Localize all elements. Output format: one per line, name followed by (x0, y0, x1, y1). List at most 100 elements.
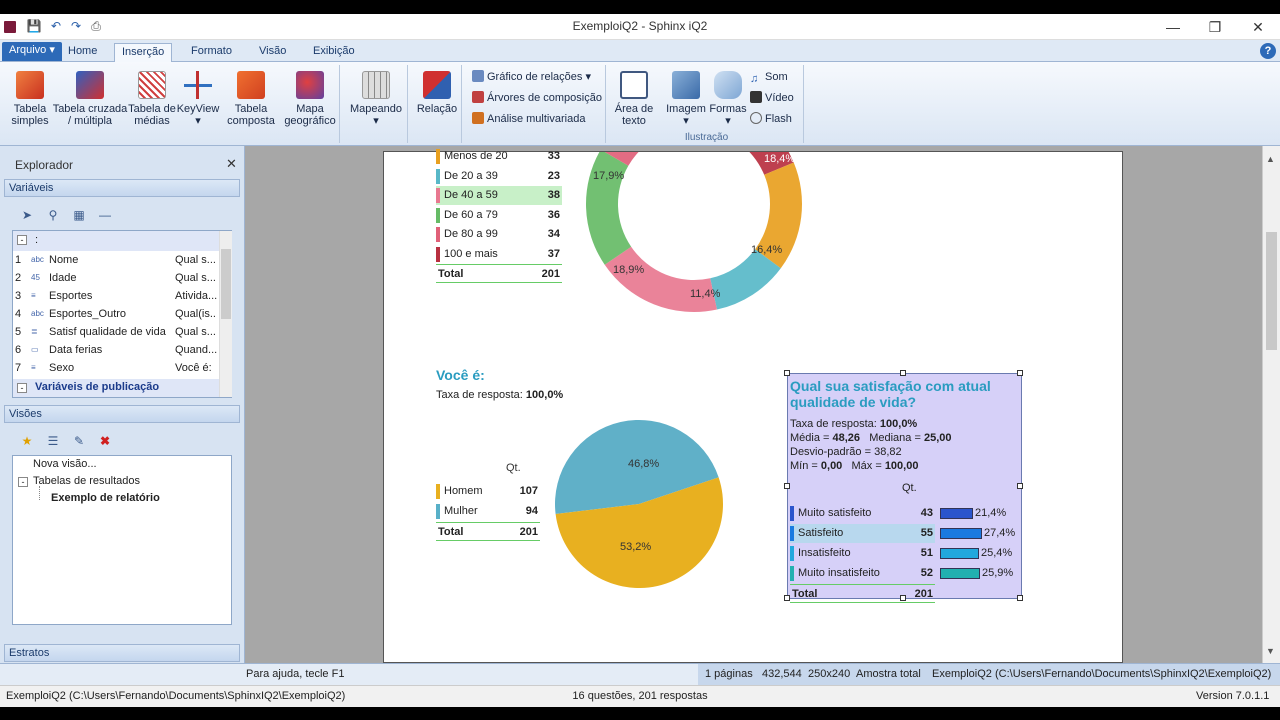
report-page: Menos de 20 33 De 20 a 39 23 De 40 a 59 38 De … (383, 149, 1123, 663)
formas-label: Formas (709, 103, 747, 115)
tabela-simples-button[interactable]: Tabela simples (8, 71, 52, 127)
formas-button[interactable]: Formas ▾ (708, 71, 748, 127)
analise-multivariada-button[interactable]: Análise multivariada (472, 111, 585, 127)
donut-slice[interactable] (586, 152, 632, 265)
variable-row[interactable]: 2 45 Idade Qual s... (13, 269, 219, 287)
category-label: De 60 a 79 (444, 208, 498, 221)
tab-home[interactable]: Home (61, 43, 104, 62)
table-row[interactable]: Menos de 20 33 (436, 147, 562, 166)
sex-pie-chart[interactable]: 46,8% 53,2% (554, 417, 734, 592)
table-row[interactable]: Insatisfeito 51 25,4% (790, 544, 1012, 563)
category-count: 55 (920, 527, 933, 539)
table-row[interactable]: Mulher 94 (436, 502, 540, 521)
video-button[interactable]: Vídeo (750, 90, 794, 106)
delete-icon[interactable]: ✖ (98, 434, 112, 448)
tree-item-nova-visao[interactable]: Nova visão... (33, 458, 97, 470)
mapa-geografico-button[interactable]: Mapa geográfico (282, 71, 338, 127)
scrollbar-thumb[interactable] (1266, 232, 1277, 350)
scrollbar-thumb[interactable] (221, 249, 231, 319)
sex-table[interactable]: Qt. Homem 107 Mulher 94 Total 201 (436, 462, 540, 542)
help-icon[interactable]: ? (1260, 43, 1276, 59)
imagem-button[interactable]: Imagem ▾ (664, 71, 708, 127)
table-row[interactable]: De 20 a 39 23 (436, 167, 562, 186)
table-row[interactable]: De 80 a 99 34 (436, 225, 562, 244)
minimize-button[interactable]: — (1153, 16, 1193, 38)
edit-icon[interactable]: ✎ (72, 434, 86, 448)
tree-item-tabelas[interactable]: Tabelas de resultados (33, 475, 140, 487)
close-icon[interactable]: ✕ (226, 156, 237, 172)
variable-row[interactable]: 4 abc Esportes_Outro Qual(is... (13, 305, 219, 323)
resize-handle[interactable] (900, 595, 906, 601)
media-value: 48,26 (832, 432, 861, 444)
variable-row[interactable]: 7 ≡ Sexo Você é: (13, 359, 219, 377)
arvores-button[interactable]: Árvores de composição (472, 90, 602, 106)
scroll-down-icon[interactable]: ▼ (1266, 646, 1275, 656)
tree-collapse-icon[interactable]: - (18, 477, 28, 487)
satisfaction-block[interactable]: Qual sua satisfação com atual qualidade … (787, 373, 1022, 603)
percent-bar (940, 528, 982, 539)
canvas-scrollbar[interactable]: ▲ ▼ (1262, 146, 1280, 663)
keyview-button[interactable]: KeyView ▾ (176, 71, 220, 127)
variable-row[interactable]: 1 abc Nome Qual s... (13, 251, 219, 269)
tabela-medias-button[interactable]: Tabela de médias (128, 71, 176, 127)
age-donut-chart[interactable]: 18,4% 17,9% 16,4% 18,9% 11,4% (584, 152, 804, 317)
flash-button[interactable]: Flash (750, 111, 792, 127)
area-texto-button[interactable]: Área de texto (612, 71, 656, 127)
variables-scrollbar[interactable] (219, 231, 232, 397)
table-row[interactable]: Satisfeito 55 27,4% (790, 524, 1015, 543)
tabela-composta-button[interactable]: Tabela composta (224, 71, 278, 127)
visoes-header[interactable]: Visões (4, 405, 240, 423)
scroll-up-icon[interactable]: ▲ (1266, 154, 1275, 164)
resize-handle[interactable] (1017, 595, 1023, 601)
mapeando-button[interactable]: Mapeando ▾ (346, 71, 406, 127)
ribbon-group-analise: Gráfico de relações ▾ Árvores de composi… (466, 65, 606, 143)
resize-handle[interactable] (784, 370, 790, 376)
tab-formato[interactable]: Formato (184, 43, 239, 62)
estratos-header[interactable]: Estratos (4, 644, 240, 662)
close-window-button[interactable]: ✕ (1238, 16, 1278, 38)
search-icon[interactable]: ⚲ (46, 208, 60, 222)
resize-handle[interactable] (1017, 370, 1023, 376)
som-button[interactable]: ♫ Som (750, 69, 788, 85)
table-row[interactable]: 100 e mais 37 (436, 245, 562, 264)
variable-row[interactable]: 5 ≣ Satisf qualidade de vida Qual s... (13, 323, 219, 341)
table-means-icon (138, 71, 166, 99)
tab-insercao[interactable]: Inserção (114, 43, 173, 62)
min-label: Mín = (790, 460, 818, 472)
tree-collapse-icon[interactable]: - (17, 235, 27, 245)
collapse-icon[interactable]: — (98, 208, 112, 222)
table-icon[interactable]: ▦ (72, 208, 86, 222)
pointer-icon[interactable]: ➤ (20, 208, 34, 222)
star-icon[interactable]: ★ (20, 434, 34, 448)
table-row[interactable]: Homem 107 (436, 482, 540, 501)
donut-slice[interactable] (604, 246, 717, 312)
resize-handle[interactable] (784, 483, 790, 489)
variables-root[interactable]: - : (13, 231, 219, 251)
tabela-cruzada-button[interactable]: Tabela cruzada / múltipla (52, 71, 128, 127)
grafico-relacoes-button[interactable]: Gráfico de relações ▾ (472, 69, 591, 85)
tab-arquivo[interactable]: Arquivo ▾ (2, 42, 62, 61)
resize-handle[interactable] (1017, 483, 1023, 489)
tree-item-exemplo-relatorio[interactable]: Exemplo de relatório (51, 492, 160, 504)
restore-button[interactable]: ❐ (1195, 16, 1235, 38)
tree-collapse-icon[interactable]: - (17, 383, 27, 393)
table-row[interactable]: De 40 a 59 38 (436, 186, 562, 205)
mediana-value: 25,00 (923, 432, 952, 444)
variable-row[interactable]: 3 ≡ Esportes Ativida... (13, 287, 219, 305)
tab-exibicao[interactable]: Exibição (306, 43, 362, 62)
table-row[interactable]: De 60 a 79 36 (436, 206, 562, 225)
resize-handle[interactable] (900, 370, 906, 376)
resize-handle[interactable] (784, 595, 790, 601)
table-row[interactable]: Muito insatisfeito 52 25,9% (790, 564, 1013, 583)
voce-title[interactable]: Você é: (436, 367, 485, 383)
tab-visao[interactable]: Visão (252, 43, 293, 62)
category-count: 94 (525, 505, 538, 517)
table-row[interactable]: Muito satisfeito 43 21,4% (790, 504, 1006, 523)
age-table[interactable]: Menos de 20 33 De 20 a 39 23 De 40 a 59 38 De … (436, 147, 562, 283)
relacao-button[interactable]: Relação (414, 71, 460, 115)
list-add-icon[interactable]: ☰ (46, 434, 60, 448)
variaveis-header[interactable]: Variáveis (4, 179, 240, 197)
publicacao-row[interactable]: - Variáveis de publicação (13, 379, 219, 397)
variable-row[interactable]: 6 ▭ Data ferias Quand... (13, 341, 219, 359)
footer-summary: 16 questões, 201 respostas (572, 690, 708, 702)
